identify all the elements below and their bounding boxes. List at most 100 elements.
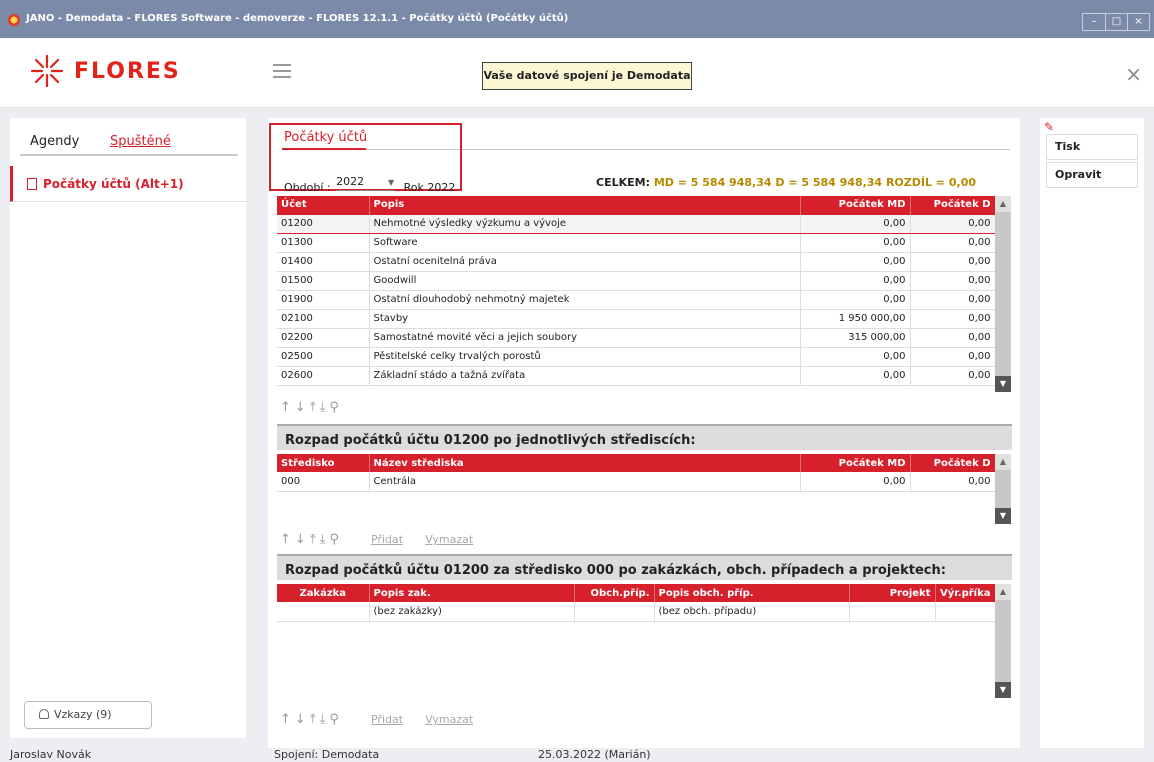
column-header[interactable]: Středisko	[277, 454, 370, 472]
table-cell: 0,00	[910, 252, 996, 272]
messages-label: Vzkazy (9)	[54, 708, 112, 721]
table-row[interactable]: 01900 Ostatní dlouhodobý nehmotný majetek…	[277, 290, 996, 310]
scroll-down-icon[interactable]: ▼	[995, 376, 1011, 392]
table-cell: 1 950 000,00	[800, 309, 911, 329]
centers-scrollbar[interactable]: ▲ ▼	[995, 454, 1011, 524]
table-cell: 000	[277, 472, 370, 492]
table-row[interactable]: 01200 Nehmotné výsledky výzkumu a vývoje 0…	[277, 213, 996, 234]
table-cell: 0,00	[910, 213, 996, 234]
orders-scrollbar[interactable]: ▲ ▼	[995, 584, 1011, 698]
table-row[interactable]: 01300 Software 0,00 0,00	[277, 233, 996, 253]
arrow-down-icon[interactable]: ↓	[295, 712, 306, 727]
column-header[interactable]: Popis	[369, 196, 801, 214]
actions-panel: ✎ Tisk Opravit	[1040, 118, 1144, 748]
search-icon[interactable]: ⚲	[329, 532, 339, 547]
totals-rozdil-label: ROZDÍL =	[885, 176, 946, 189]
centers-section-title: Rozpad počátků účtu 01200 po jednotlivýc…	[277, 424, 1012, 450]
table-header: Středisko Název střediska Počátek MD Poč…	[277, 454, 996, 472]
column-header[interactable]: Počátek MD	[800, 454, 911, 472]
minimize-button[interactable]: –	[1083, 14, 1105, 30]
column-header[interactable]: Obch.příp.	[574, 584, 655, 602]
accounts-scrollbar[interactable]: ▲ ▼	[995, 196, 1011, 392]
column-header[interactable]: Počátek D	[910, 454, 996, 472]
table-cell	[849, 602, 936, 622]
period-combo[interactable]: 2022 ▼	[336, 175, 395, 191]
column-header[interactable]: Popis zak.	[369, 584, 575, 602]
arrow-first-icon[interactable]: ⤒	[310, 712, 316, 727]
title-divider	[366, 149, 1010, 150]
arrow-last-icon[interactable]: ⤓	[320, 532, 326, 547]
table-row[interactable]: 02100 Stavby 1 950 000,00 0,00	[277, 309, 996, 329]
print-button[interactable]: Tisk	[1046, 134, 1138, 160]
arrow-first-icon[interactable]: ⤒	[310, 400, 316, 415]
close-icon[interactable]: ×	[1125, 62, 1142, 86]
centers-table-body: 000 Centrála 0,00 0,00	[277, 472, 996, 492]
table-row[interactable]: 01400 Ostatní ocenitelná práva 0,00 0,00	[277, 252, 996, 272]
chevron-down-icon: ▼	[387, 178, 395, 187]
pin-icon[interactable]: ✎	[1044, 120, 1054, 134]
arrow-last-icon[interactable]: ⤓	[320, 712, 326, 727]
table-cell: 0,00	[800, 472, 911, 492]
table-cell: Ostatní ocenitelná práva	[369, 252, 801, 272]
column-header[interactable]: Počátek D	[910, 196, 996, 214]
flores-star-icon	[30, 54, 64, 88]
arrow-up-icon[interactable]: ↑	[280, 712, 291, 727]
column-header[interactable]: Popis obch. příp.	[654, 584, 850, 602]
arrow-last-icon[interactable]: ⤓	[320, 400, 326, 415]
table-cell: (bez obch. případu)	[654, 602, 850, 622]
arrow-up-icon[interactable]: ↑	[280, 532, 291, 547]
table-row[interactable]: 01500 Goodwill 0,00 0,00	[277, 271, 996, 291]
table-row[interactable]: 02200 Samostatné movité věci a jejich sou…	[277, 328, 996, 348]
totals-d: D = 5 584 948,34	[775, 176, 883, 189]
table-cell: 01500	[277, 271, 370, 291]
close-window-button[interactable]: ×	[1127, 14, 1149, 30]
column-header[interactable]: Zakázka	[277, 584, 370, 602]
scroll-down-icon[interactable]: ▼	[995, 508, 1011, 524]
arrow-down-icon[interactable]: ↓	[295, 400, 306, 415]
column-header[interactable]: Projekt	[849, 584, 936, 602]
table-cell: Software	[369, 233, 801, 253]
table-row[interactable]: 000 Centrála 0,00 0,00	[277, 472, 996, 492]
sidebar-item-pocatky-uctu[interactable]: Počátky účtů (Alt+1)	[10, 166, 246, 202]
column-header[interactable]: Výr.příka	[935, 584, 996, 602]
maximize-button[interactable]: □	[1105, 14, 1127, 30]
search-icon[interactable]: ⚲	[329, 400, 339, 415]
arrow-up-icon[interactable]: ↑	[280, 400, 291, 415]
orders-navbar: ↑ ↓ ⤒ ⤓ ⚲ Přidat Vymazat	[280, 712, 477, 727]
table-row[interactable]: 02500 Pěstitelské celky trvalých porostů 0…	[277, 347, 996, 367]
table-cell: 0,00	[800, 271, 911, 291]
scroll-down-icon[interactable]: ▼	[995, 682, 1011, 698]
scroll-up-icon[interactable]: ▲	[995, 196, 1011, 212]
menu-hamburger-icon[interactable]	[273, 64, 291, 78]
table-cell: 02100	[277, 309, 370, 329]
table-row[interactable]: 02600 Základní stádo a tažná zvířata 0,00 0…	[277, 366, 996, 386]
add-link[interactable]: Přidat	[371, 713, 403, 726]
brand-name: FLORES	[74, 58, 181, 84]
delete-link[interactable]: Vymazat	[425, 713, 473, 726]
table-cell	[277, 602, 370, 622]
messages-button[interactable]: Vzkazy (9)	[24, 701, 152, 729]
scroll-up-icon[interactable]: ▲	[995, 584, 1011, 600]
edit-button[interactable]: Opravit	[1046, 162, 1138, 188]
search-icon[interactable]: ⚲	[329, 712, 339, 727]
column-header[interactable]: Účet	[277, 196, 370, 214]
column-header[interactable]: Název střediska	[369, 454, 801, 472]
table-row[interactable]: (bez zakázky) (bez obch. případu)	[277, 602, 996, 622]
delete-link[interactable]: Vymazat	[425, 533, 473, 546]
table-cell: 0,00	[910, 309, 996, 329]
column-header[interactable]: Počátek MD	[800, 196, 911, 214]
tab-spustene[interactable]: Spuštěné	[110, 134, 171, 149]
status-connection: Spojení: Demodata	[274, 748, 380, 761]
period-year: Rok 2022	[403, 181, 456, 194]
arrow-down-icon[interactable]: ↓	[295, 532, 306, 547]
tab-agendy[interactable]: Agendy	[30, 134, 79, 149]
table-cell: 02200	[277, 328, 370, 348]
period-value: 2022	[336, 175, 365, 188]
arrow-first-icon[interactable]: ⤒	[310, 532, 316, 547]
window-title: JANO - Demodata - FLORES Software - demo…	[26, 13, 569, 24]
accounts-navbar: ↑ ↓ ⤒ ⤓ ⚲	[280, 400, 343, 415]
scroll-up-icon[interactable]: ▲	[995, 454, 1011, 470]
table-cell: Ostatní dlouhodobý nehmotný majetek	[369, 290, 801, 310]
add-link[interactable]: Přidat	[371, 533, 403, 546]
table-cell: 0,00	[910, 233, 996, 253]
